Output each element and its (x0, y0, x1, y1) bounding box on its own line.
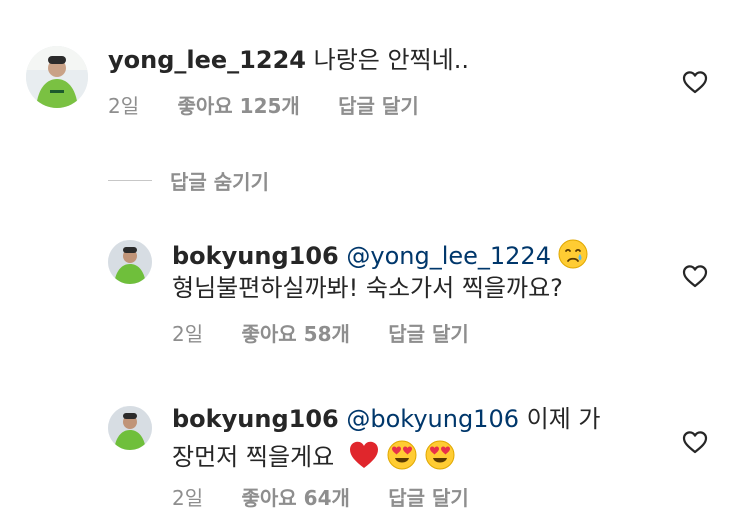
comment-text-line: bokyung106 @yong_lee_1224 (172, 238, 589, 271)
hide-replies-toggle[interactable]: 답글 숨기기 (108, 166, 269, 194)
hide-replies-divider (108, 179, 152, 181)
comment-text-line: bokyung106 @bokyung106 이제 가 (172, 404, 601, 434)
avatar[interactable] (26, 46, 88, 108)
heart-icon[interactable] (682, 70, 708, 94)
hide-replies-label[interactable]: 답글 숨기기 (170, 166, 269, 195)
comment-username[interactable]: bokyung106 (172, 405, 339, 433)
comment-username[interactable]: bokyung106 (172, 242, 339, 270)
comment-text-line: 장먼저 찍을게요 (172, 439, 456, 472)
comment-time: 2일 (108, 94, 140, 118)
heart-icon[interactable] (682, 430, 708, 454)
comments-panel: yong_lee_1224 나랑은 안찍네.. 2일 좋아요 125개 답글 달… (0, 0, 750, 526)
avatar[interactable] (108, 240, 152, 284)
avatar[interactable] (108, 406, 152, 450)
heart-icon[interactable] (682, 264, 708, 288)
comment-text: 형님불편하실까봐! 숙소가서 찍을까요? (172, 274, 563, 302)
heart-eyes-icon (424, 439, 456, 471)
comment-username[interactable]: yong_lee_1224 (108, 46, 306, 74)
reply-button[interactable]: 답글 달기 (338, 94, 419, 118)
crying-face-icon (557, 238, 589, 270)
comment-meta: 2일 좋아요 64개 답글 달기 (172, 486, 469, 510)
comment-text: 나랑은 안찍네.. (305, 46, 469, 74)
comment-likes[interactable]: 좋아요 64개 (241, 486, 349, 510)
mention-link[interactable]: @bokyung106 (339, 405, 519, 433)
mention-link[interactable]: @yong_lee_1224 (339, 242, 551, 270)
comment-time: 2일 (172, 486, 204, 510)
comment-likes[interactable]: 좋아요 125개 (177, 94, 299, 118)
comment-likes[interactable]: 좋아요 58개 (241, 322, 349, 346)
comment-text: 장먼저 찍을게요 (172, 443, 342, 471)
heart-eyes-icon (386, 439, 418, 471)
red-heart-icon (348, 439, 380, 471)
comment-time: 2일 (172, 322, 204, 346)
comment-text-line: yong_lee_1224 나랑은 안찍네.. (108, 45, 469, 75)
reply-button[interactable]: 답글 달기 (388, 486, 469, 510)
comment-meta: 2일 좋아요 58개 답글 달기 (172, 322, 469, 346)
comment-meta: 2일 좋아요 125개 답글 달기 (108, 94, 419, 118)
reply-button[interactable]: 답글 달기 (388, 322, 469, 346)
comment-text-line: 형님불편하실까봐! 숙소가서 찍을까요? (172, 273, 563, 303)
comment-text: 이제 가 (519, 405, 601, 433)
